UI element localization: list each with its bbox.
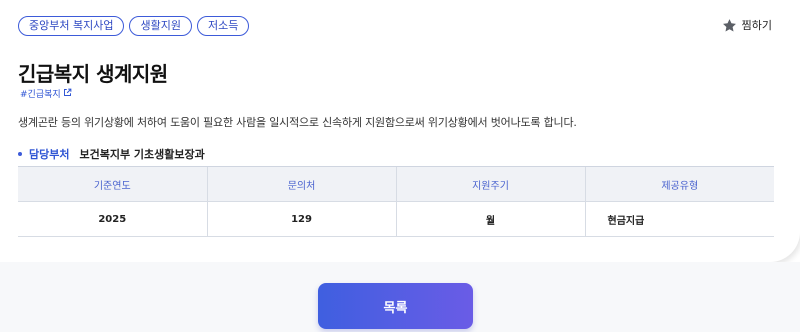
program-description: 생계곤란 등의 위기상황에 처하여 도움이 필요한 사람을 일시적으로 신속하게…	[18, 116, 577, 129]
cell-contact: 129	[206, 201, 396, 237]
hashtag-label: #긴급복지	[20, 90, 61, 100]
detail-card: 중앙부처 복지사업 생활지원 저소득 찜하기 긴급복지 생계지원 #긴급복지 생…	[0, 0, 800, 262]
cell-base-year: 2025	[18, 201, 207, 237]
department-label: 담당부처	[29, 148, 70, 161]
star-icon	[722, 18, 737, 33]
cell-support-cycle: 월	[395, 201, 585, 237]
header-support-cycle: 지원주기	[395, 166, 585, 202]
list-button[interactable]: 목록	[318, 283, 473, 329]
tag-low-income[interactable]: 저소득	[196, 16, 250, 36]
tag-central-ministry[interactable]: 중앙부처 복지사업	[18, 16, 125, 36]
department-row: 담당부처 보건복지부 기초생활보장과	[18, 146, 205, 162]
header-base-year: 기준연도	[18, 166, 207, 202]
bookmark-label: 찜하기	[741, 19, 772, 32]
header-provision-type: 제공유형	[584, 166, 774, 202]
cell-provision-type: 현금지급	[584, 201, 774, 237]
department-value: 보건복지부 기초생활보장과	[79, 148, 205, 161]
table-row: 2025 129 월 현금지급	[18, 201, 774, 237]
external-link-icon	[63, 88, 72, 100]
bookmark-button[interactable]: 찜하기	[722, 17, 772, 33]
category-tags: 중앙부처 복지사업 생활지원 저소득	[18, 16, 250, 36]
page-title: 긴급복지 생계지원	[18, 62, 168, 86]
hashtag-link[interactable]: #긴급복지	[20, 87, 72, 100]
info-table: 기준연도 문의처 지원주기 제공유형 2025 129 월 현금지급	[18, 166, 774, 237]
bullet-icon	[18, 152, 22, 156]
header-contact: 문의처	[206, 166, 396, 202]
tag-living-support[interactable]: 생활지원	[129, 16, 192, 36]
table-header-row: 기준연도 문의처 지원주기 제공유형	[18, 166, 774, 202]
